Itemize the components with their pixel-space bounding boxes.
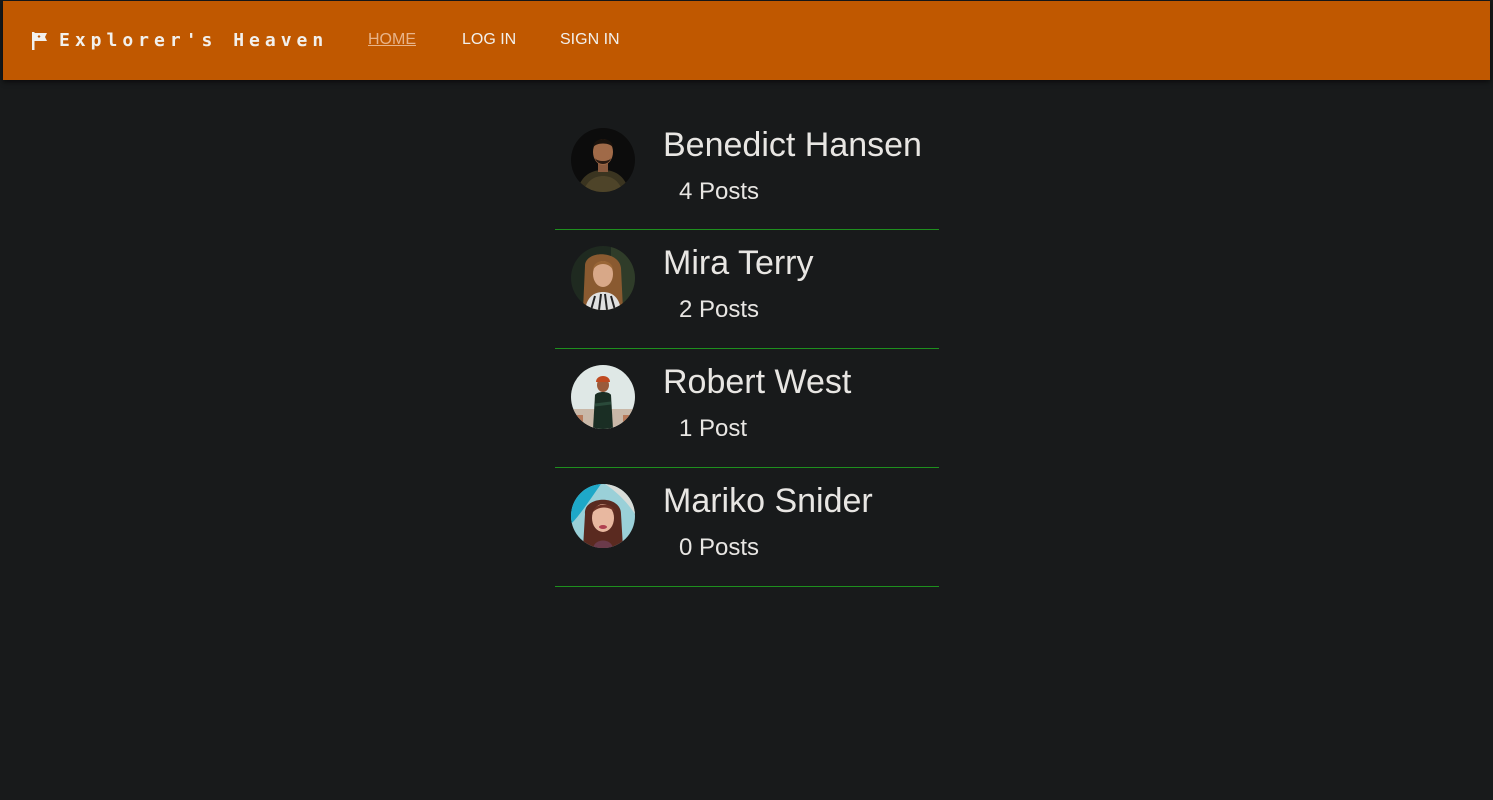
avatar: [571, 484, 635, 548]
user-list-item[interactable]: Mariko Snider 0 Posts: [555, 468, 939, 587]
avatar: [571, 246, 635, 310]
post-count: 1 Post: [679, 415, 748, 442]
user-list-item[interactable]: Benedict Hansen 4 Posts: [555, 112, 939, 230]
post-count: 4 Posts: [679, 178, 760, 205]
post-count: 2 Posts: [679, 296, 760, 323]
user-list-item[interactable]: Robert West 1 Post: [555, 349, 939, 468]
user-name[interactable]: Benedict Hansen: [663, 126, 922, 165]
flag-icon: [32, 31, 47, 50]
post-count: 0 Posts: [679, 534, 760, 561]
user-name[interactable]: Mariko Snider: [663, 482, 873, 521]
user-name[interactable]: Mira Terry: [663, 244, 814, 283]
avatar: [571, 365, 635, 429]
nav-link-home[interactable]: HOME: [368, 31, 416, 49]
user-list: Benedict Hansen 4 Posts Mira Terry 2 Pos…: [555, 112, 939, 587]
brand-title: Explorer's Heaven: [59, 30, 329, 51]
nav-link-sign-in[interactable]: SIGN IN: [560, 31, 620, 49]
brand-link[interactable]: Explorer's Heaven: [31, 30, 328, 51]
user-list-item[interactable]: Mira Terry 2 Posts: [555, 230, 939, 349]
top-navbar: Explorer's Heaven HOME LOG IN SIGN IN: [3, 1, 1490, 80]
avatar: [571, 128, 635, 192]
nav-link-log-in[interactable]: LOG IN: [462, 31, 516, 49]
user-name[interactable]: Robert West: [663, 363, 851, 402]
